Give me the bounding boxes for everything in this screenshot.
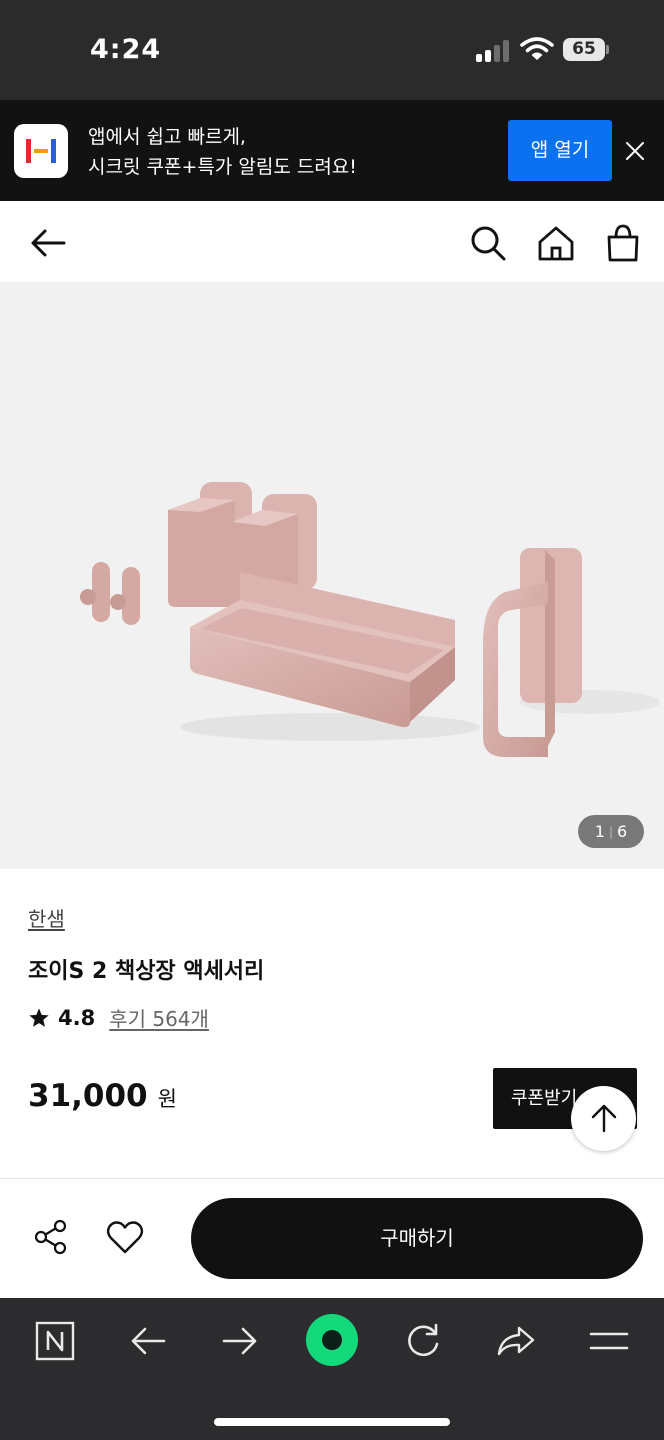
wifi-icon [520, 37, 554, 60]
brand-link[interactable]: 한샘 [28, 903, 65, 932]
banner-text-line2: 시크릿 쿠폰+특가 알림도 드려요! [88, 156, 357, 178]
rating: 4.8 후기 564개 [28, 1003, 209, 1032]
back-arrow-icon[interactable] [28, 223, 68, 263]
reviews-link[interactable]: 후기 564개 [109, 1003, 209, 1032]
banner-text-line1: 앱에서 쉽고 빠르게, [88, 126, 246, 148]
close-icon[interactable] [622, 136, 648, 166]
open-app-button[interactable]: 앱 열기 [508, 120, 612, 181]
battery-icon: 65 [563, 38, 605, 61]
status-bar: 4:24 65 [0, 0, 664, 100]
green-dot-button[interactable] [306, 1314, 358, 1366]
product-title: 조이S 2 책상장 액세서리 [28, 959, 265, 984]
home-icon[interactable] [536, 223, 576, 263]
naver-n-icon[interactable] [34, 1320, 76, 1362]
refresh-icon[interactable] [402, 1320, 444, 1362]
product-illustration [80, 482, 660, 757]
app-logo-icon [14, 124, 68, 178]
share-icon[interactable] [32, 1218, 70, 1256]
product-image[interactable] [0, 282, 664, 869]
buy-button[interactable]: 구매하기 [191, 1198, 643, 1279]
home-indicator [214, 1418, 450, 1426]
rating-score: 4.8 [58, 1005, 96, 1030]
image-counter-current: 1 [594, 822, 605, 841]
price-currency: 원 [157, 1087, 177, 1111]
page-header [0, 201, 664, 282]
browser-forward-icon[interactable] [219, 1320, 261, 1362]
signal-icon [476, 40, 510, 62]
image-counter-total: 6 [617, 822, 628, 841]
scroll-to-top-button[interactable] [571, 1086, 636, 1151]
shopping-bag-icon[interactable] [603, 223, 643, 263]
star-icon [29, 1007, 49, 1027]
heart-icon[interactable] [105, 1218, 145, 1256]
share-arrow-icon[interactable] [495, 1320, 537, 1362]
status-time: 4:24 [90, 34, 162, 65]
battery-tip [606, 45, 609, 54]
price-amount: 31,000 [28, 1078, 148, 1114]
browser-back-icon[interactable] [127, 1320, 169, 1362]
search-icon[interactable] [468, 223, 508, 263]
image-counter: 1 | 6 [578, 815, 644, 848]
menu-icon[interactable] [588, 1320, 630, 1362]
price: 31,000 원 [28, 1078, 177, 1114]
arrow-up-icon [591, 1104, 617, 1133]
